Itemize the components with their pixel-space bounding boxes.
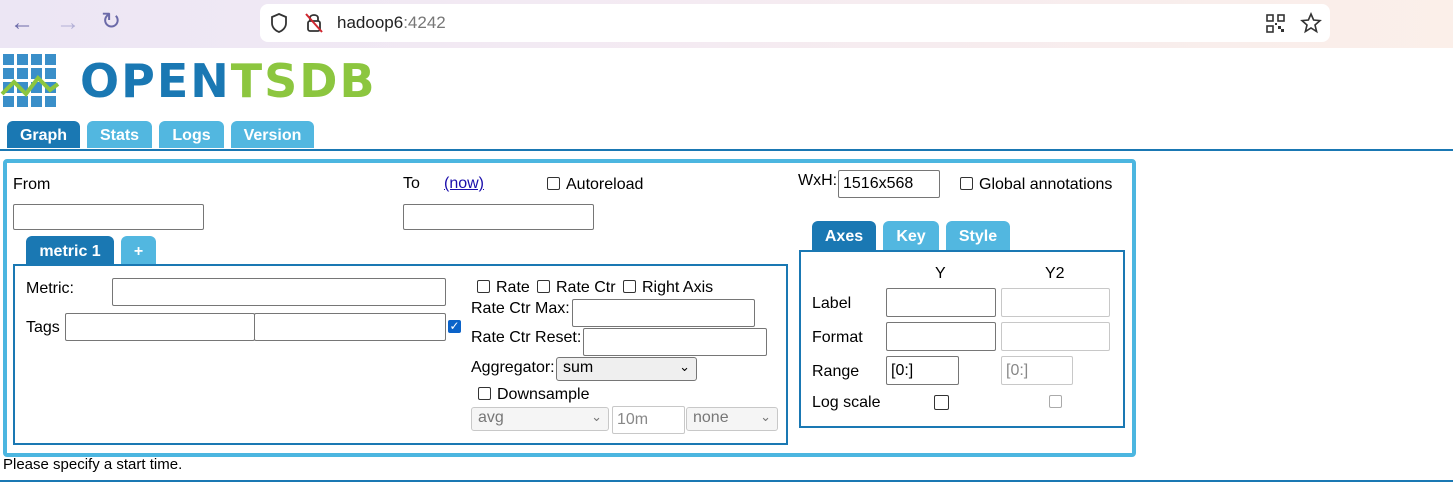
axis-logscale-row-label: Log scale bbox=[812, 394, 881, 411]
tab-graph[interactable]: Graph bbox=[7, 121, 80, 148]
tab-logs[interactable]: Logs bbox=[159, 121, 224, 148]
from-label: From bbox=[13, 176, 51, 193]
downsample-checkbox[interactable] bbox=[478, 387, 491, 400]
axis-range-row-label: Range bbox=[812, 363, 860, 380]
downsample-function-select[interactable]: avg ⌄ bbox=[471, 407, 609, 431]
chevron-down-icon: ⌄ bbox=[679, 359, 690, 374]
wxh-label: WxH: bbox=[798, 172, 838, 189]
aggregator-value: sum bbox=[563, 359, 594, 376]
url-host: hadoop6 bbox=[337, 13, 404, 32]
tab-style[interactable]: Style bbox=[946, 221, 1010, 250]
global-annotations-label: Global annotations bbox=[979, 176, 1113, 193]
y2-label-input[interactable] bbox=[1001, 288, 1110, 317]
rate-ctr-reset-input[interactable] bbox=[583, 328, 767, 356]
downsample-fill-select[interactable]: none ⌄ bbox=[686, 407, 778, 431]
rate-ctr-max-label: Rate Ctr Max: bbox=[471, 300, 570, 317]
chevron-down-icon: ⌄ bbox=[760, 409, 771, 424]
rate-label: Rate bbox=[496, 279, 530, 296]
qr-code-icon[interactable] bbox=[1266, 14, 1285, 33]
rate-ctr-reset-label: Rate Ctr Reset: bbox=[471, 329, 582, 346]
bottom-divider bbox=[0, 480, 1453, 482]
y-label-input[interactable] bbox=[886, 288, 996, 317]
autoreload-label: Autoreload bbox=[566, 176, 644, 193]
axis-y-header: Y bbox=[935, 265, 946, 282]
y2-format-input[interactable] bbox=[1001, 322, 1110, 351]
autoreload-checkbox[interactable] bbox=[547, 177, 560, 190]
tag-groupby-checkbox[interactable]: ✓ bbox=[448, 320, 461, 333]
tags-label: Tags bbox=[26, 319, 60, 336]
opentsdb-logo-text: OPENTSDB bbox=[80, 56, 377, 106]
y2-logscale-checkbox[interactable] bbox=[1049, 395, 1062, 408]
status-message: Please specify a start time. bbox=[3, 456, 183, 473]
reload-icon[interactable]: ↻ bbox=[101, 10, 121, 34]
add-metric-tab[interactable]: + bbox=[121, 236, 156, 264]
metric-input[interactable] bbox=[112, 278, 446, 306]
downsample-fill-value: none bbox=[693, 409, 729, 426]
bookmark-star-icon[interactable] bbox=[1300, 12, 1322, 34]
axis-format-row-label: Format bbox=[812, 329, 863, 346]
forward-arrow-icon[interactable]: → bbox=[56, 11, 80, 35]
wxh-input[interactable] bbox=[838, 170, 940, 198]
tab-axes[interactable]: Axes bbox=[812, 221, 876, 250]
tab-key[interactable]: Key bbox=[883, 221, 939, 250]
rate-checkbox[interactable] bbox=[477, 280, 490, 293]
tab-metric-1[interactable]: metric 1 bbox=[26, 236, 114, 264]
tab-stats[interactable]: Stats bbox=[87, 121, 152, 148]
shield-icon[interactable] bbox=[270, 13, 288, 33]
metric-label: Metric: bbox=[26, 280, 74, 297]
axis-y2-header: Y2 bbox=[1045, 265, 1065, 282]
downsample-interval-input[interactable] bbox=[612, 406, 685, 434]
url-port: :4242 bbox=[403, 13, 446, 32]
from-input[interactable] bbox=[13, 204, 204, 230]
y-range-input[interactable] bbox=[886, 356, 959, 385]
opentsdb-logo-grid-icon bbox=[0, 52, 60, 112]
tab-version[interactable]: Version bbox=[231, 121, 314, 148]
downsample-function-value: avg bbox=[478, 409, 504, 426]
global-annotations-checkbox[interactable] bbox=[960, 177, 973, 190]
aggregator-select[interactable]: sum ⌄ bbox=[556, 357, 697, 381]
url-text[interactable]: hadoop6:4242 bbox=[337, 13, 446, 33]
tag-value-input[interactable] bbox=[254, 313, 446, 341]
rate-ctr-max-input[interactable] bbox=[572, 299, 755, 327]
y-logscale-checkbox[interactable] bbox=[934, 395, 949, 410]
chevron-down-icon: ⌄ bbox=[591, 409, 602, 424]
tag-key-input[interactable] bbox=[65, 313, 255, 341]
axis-label-row-label: Label bbox=[812, 295, 852, 312]
back-arrow-icon[interactable]: ← bbox=[10, 11, 34, 35]
y2-range-input[interactable] bbox=[1001, 356, 1073, 385]
right-axis-label: Right Axis bbox=[642, 279, 714, 296]
to-input[interactable] bbox=[403, 204, 594, 230]
aggregator-label: Aggregator: bbox=[471, 359, 555, 376]
rate-ctr-checkbox[interactable] bbox=[537, 280, 550, 293]
downsample-label: Downsample bbox=[497, 386, 590, 403]
logo-tsdb: TSDB bbox=[230, 54, 377, 108]
tab-underline bbox=[0, 149, 1453, 151]
rate-ctr-label: Rate Ctr bbox=[556, 279, 616, 296]
insecure-lock-icon[interactable] bbox=[304, 12, 324, 34]
y-format-input[interactable] bbox=[886, 322, 996, 351]
now-link[interactable]: (now) bbox=[444, 175, 484, 193]
right-axis-checkbox[interactable] bbox=[623, 280, 636, 293]
to-label: To bbox=[403, 175, 420, 192]
logo-open: OPEN bbox=[80, 54, 231, 108]
